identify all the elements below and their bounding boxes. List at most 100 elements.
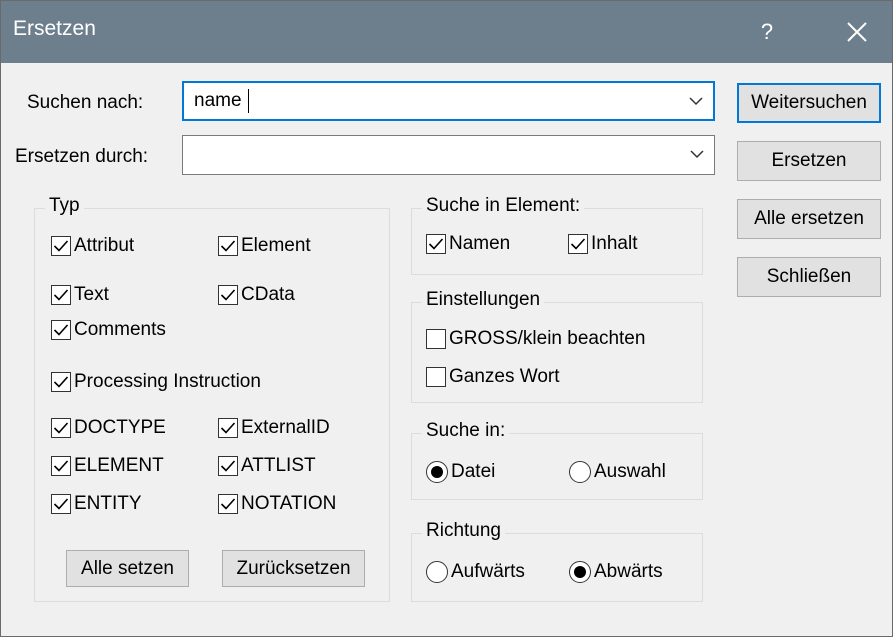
checkbox-label: ATTLIST bbox=[241, 455, 316, 476]
checkbox-whole-word[interactable]: Ganzes Wort bbox=[426, 366, 560, 388]
checkbox-element-decl[interactable]: ELEMENT bbox=[51, 455, 164, 477]
checkbox-box[interactable] bbox=[426, 367, 446, 387]
checkbox-doctype[interactable]: DOCTYPE bbox=[51, 417, 166, 439]
checkbox-box[interactable] bbox=[51, 285, 71, 305]
checkbox-box[interactable] bbox=[218, 494, 238, 514]
checkmark-icon bbox=[220, 498, 236, 510]
checkmark-icon bbox=[53, 460, 69, 472]
window-title: Ersetzen bbox=[13, 17, 96, 40]
checkbox-attribut[interactable]: Attribut bbox=[51, 235, 134, 257]
type-group: Typ Attribut Element Text CData Comments… bbox=[34, 195, 390, 602]
checkbox-box[interactable] bbox=[51, 494, 71, 514]
checkbox-box[interactable] bbox=[51, 320, 71, 340]
checkbox-label: Namen bbox=[449, 233, 511, 254]
replace-button[interactable]: Ersetzen bbox=[737, 141, 881, 181]
direction-group: Richtung Aufwärts Abwärts bbox=[411, 520, 703, 602]
checkbox-label: DOCTYPE bbox=[74, 417, 166, 438]
checkbox-entity[interactable]: ENTITY bbox=[51, 493, 142, 515]
checkbox-box[interactable] bbox=[51, 418, 71, 438]
radio-up[interactable]: Aufwärts bbox=[426, 561, 525, 583]
checkbox-label: ELEMENT bbox=[74, 455, 164, 476]
checkbox-label: Processing Instruction bbox=[74, 371, 261, 392]
settings-title: Einstellungen bbox=[422, 289, 545, 311]
checkmark-icon bbox=[53, 289, 69, 301]
checkmark-icon bbox=[53, 324, 69, 336]
search-in-title: Suche in: bbox=[422, 420, 510, 442]
checkmark-icon bbox=[220, 422, 236, 434]
checkbox-box[interactable] bbox=[51, 372, 71, 392]
radio-label: Auswahl bbox=[594, 461, 666, 482]
checkbox-label: Attribut bbox=[74, 235, 135, 256]
checkbox-box[interactable] bbox=[218, 236, 238, 256]
radio-circle[interactable] bbox=[426, 561, 448, 583]
radio-file[interactable]: Datei bbox=[426, 461, 495, 483]
checkmark-icon bbox=[53, 422, 69, 434]
close-window-button[interactable] bbox=[827, 1, 887, 63]
checkbox-box[interactable] bbox=[426, 329, 446, 349]
text-cursor bbox=[248, 89, 249, 113]
checkbox-label: CData bbox=[241, 284, 295, 305]
replace-label: Ersetzen durch: bbox=[15, 146, 149, 167]
radio-label: Datei bbox=[451, 461, 496, 482]
radio-circle[interactable] bbox=[426, 461, 448, 483]
help-button[interactable]: ? bbox=[737, 1, 797, 63]
checkmark-icon bbox=[570, 238, 586, 250]
checkbox-label: Inhalt bbox=[591, 233, 638, 254]
checkbox-box[interactable] bbox=[218, 418, 238, 438]
checkbox-label: ENTITY bbox=[74, 493, 142, 514]
checkbox-comments[interactable]: Comments bbox=[51, 319, 166, 341]
checkbox-box[interactable] bbox=[426, 234, 446, 254]
chevron-down-icon[interactable] bbox=[689, 97, 703, 106]
search-label: Suchen nach: bbox=[27, 92, 144, 113]
checkbox-box[interactable] bbox=[218, 285, 238, 305]
replace-all-button[interactable]: Alle ersetzen bbox=[737, 199, 881, 239]
checkbox-box[interactable] bbox=[568, 234, 588, 254]
checkbox-externalid[interactable]: ExternalID bbox=[218, 417, 330, 439]
checkbox-box[interactable] bbox=[51, 456, 71, 476]
radio-selected-dot bbox=[431, 466, 443, 478]
checkbox-box[interactable] bbox=[51, 236, 71, 256]
settings-group: Einstellungen GROSS/klein beachten Ganze… bbox=[411, 289, 703, 403]
dialog-window: Ersetzen ? Suchen nach: name Ersetzen du… bbox=[0, 0, 893, 637]
checkmark-icon bbox=[53, 376, 69, 388]
radio-circle[interactable] bbox=[569, 461, 591, 483]
checkbox-content[interactable]: Inhalt bbox=[568, 233, 637, 255]
radio-circle[interactable] bbox=[569, 561, 591, 583]
radio-label: Abwärts bbox=[594, 561, 663, 582]
type-group-title: Typ bbox=[45, 195, 84, 217]
checkmark-icon bbox=[220, 460, 236, 472]
checkbox-cdata[interactable]: CData bbox=[218, 284, 295, 306]
checkbox-names[interactable]: Namen bbox=[426, 233, 510, 255]
search-combobox[interactable]: name bbox=[182, 81, 715, 121]
set-all-button[interactable]: Alle setzen bbox=[66, 550, 189, 587]
checkbox-label: NOTATION bbox=[241, 493, 337, 514]
checkmark-icon bbox=[428, 238, 444, 250]
find-next-button[interactable]: Weitersuchen bbox=[737, 83, 881, 123]
checkbox-label: Text bbox=[74, 284, 109, 305]
search-value: name bbox=[194, 90, 242, 111]
checkbox-text[interactable]: Text bbox=[51, 284, 109, 306]
close-button[interactable]: Schließen bbox=[737, 257, 881, 297]
replace-combobox[interactable] bbox=[182, 135, 715, 175]
checkmark-icon bbox=[220, 240, 236, 252]
checkbox-notation[interactable]: NOTATION bbox=[218, 493, 336, 515]
checkmark-icon bbox=[220, 289, 236, 301]
checkbox-label: Comments bbox=[74, 319, 166, 340]
radio-down[interactable]: Abwärts bbox=[569, 561, 663, 583]
chevron-down-icon[interactable] bbox=[690, 150, 704, 159]
radio-selection[interactable]: Auswahl bbox=[569, 461, 666, 483]
checkbox-attlist[interactable]: ATTLIST bbox=[218, 455, 316, 477]
title-bar[interactable]: Ersetzen ? bbox=[1, 1, 892, 63]
search-in-element-group: Suche in Element: Namen Inhalt bbox=[411, 195, 703, 275]
radio-label: Aufwärts bbox=[451, 561, 525, 582]
reset-button[interactable]: Zurücksetzen bbox=[222, 550, 365, 587]
checkbox-element[interactable]: Element bbox=[218, 235, 311, 257]
checkbox-processing-instruction[interactable]: Processing Instruction bbox=[51, 371, 261, 393]
checkbox-box[interactable] bbox=[218, 456, 238, 476]
checkbox-label: Ganzes Wort bbox=[449, 366, 560, 387]
direction-title: Richtung bbox=[422, 520, 505, 542]
checkmark-icon bbox=[53, 240, 69, 252]
checkbox-label: GROSS/klein beachten bbox=[449, 328, 646, 349]
checkbox-label: Element bbox=[241, 235, 311, 256]
checkbox-match-case[interactable]: GROSS/klein beachten bbox=[426, 328, 645, 350]
